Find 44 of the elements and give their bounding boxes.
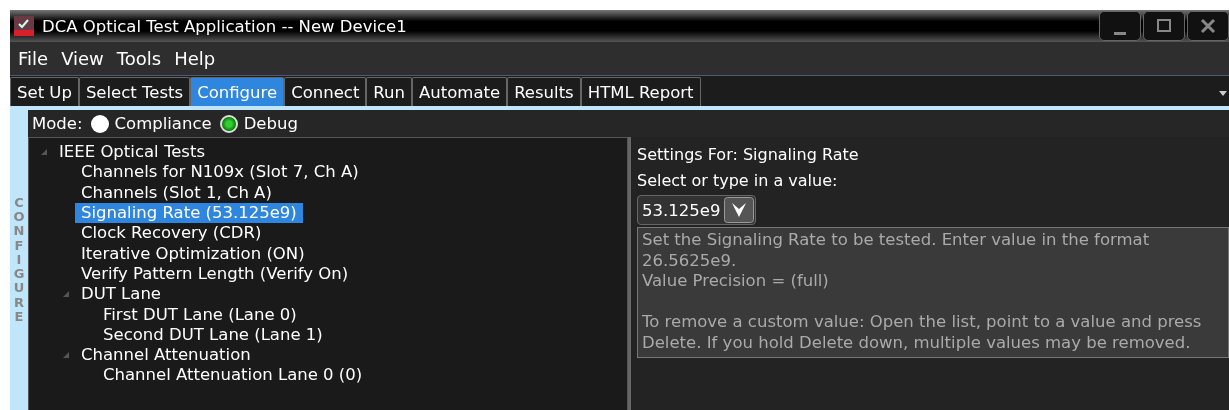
tree-item[interactable]: Iterative Optimization (ON)	[75, 243, 311, 264]
tab[interactable]: Run	[366, 77, 412, 106]
radio-button[interactable]	[219, 114, 238, 133]
maximize-icon	[1155, 17, 1173, 35]
tree-item[interactable]: Second DUT Lane (Lane 1)	[97, 324, 329, 345]
tree-item[interactable]: Channel Attenuation	[75, 345, 257, 366]
tab[interactable]: Select Tests	[78, 77, 191, 106]
dropdown-arrow-icon[interactable]	[1219, 91, 1227, 96]
description-text: Set the Signaling Rate to be tested. Enter value in the format 26.5625e9.	[642, 230, 1151, 271]
tree-item[interactable]: Channel Attenuation Lane 0 (0)	[97, 365, 369, 386]
mode-label: Mode:	[32, 114, 83, 133]
tab[interactable]: Set Up	[10, 77, 79, 106]
settings-title: Settings For: Signaling Rate	[637, 144, 860, 166]
radio-label[interactable]: Debug	[243, 114, 298, 133]
tree-item[interactable]: First DUT Lane (Lane 0)	[97, 304, 303, 325]
tree-item[interactable]: Channels for N109x (Slot 7, Ch A)	[75, 162, 365, 183]
minimize-icon	[1114, 31, 1126, 35]
close-button[interactable]	[1187, 11, 1229, 41]
tab[interactable]: Automate	[412, 77, 508, 106]
menu-item[interactable]: Help	[174, 48, 216, 69]
menu-item[interactable]: View	[61, 48, 104, 69]
description-text: To remove a custom value: Open the list, point to a value and press Delete. If you hold Delete down, multiple values may be removed.	[642, 312, 1203, 353]
tree-item[interactable]: Signaling Rate (53.125e9)	[75, 203, 303, 224]
description-text: Value Precision = (full)	[642, 271, 830, 292]
tree-item[interactable]: Channels (Slot 1, Ch A)	[75, 182, 278, 203]
tab[interactable]: HTML Report	[580, 77, 701, 106]
close-icon	[1199, 17, 1217, 35]
window-title: DCA Optical Test Application -- New Device1	[42, 16, 407, 36]
tab[interactable]: Results	[507, 77, 581, 106]
tab[interactable]: Configure	[190, 77, 285, 106]
maximize-button[interactable]	[1143, 11, 1185, 41]
minimize-button[interactable]	[1099, 11, 1141, 41]
tree-item[interactable]: Verify Pattern Length (Verify On)	[75, 263, 355, 284]
radio-label[interactable]: Compliance	[114, 114, 212, 133]
tree-item[interactable]: DUT Lane	[75, 284, 168, 305]
menu-item[interactable]: File	[18, 48, 49, 69]
value-combo-box[interactable]: 53.125e9	[637, 195, 757, 225]
tab[interactable]: Connect	[284, 77, 367, 106]
tree-item[interactable]: IEEE Optical Tests	[53, 142, 211, 163]
menu-item[interactable]: Tools	[116, 48, 162, 69]
radio-button[interactable]	[90, 114, 109, 133]
tree-item[interactable]: Clock Recovery (CDR)	[75, 223, 268, 244]
app-icon	[14, 16, 34, 36]
value-prompt: Select or type in a value:	[637, 170, 839, 192]
